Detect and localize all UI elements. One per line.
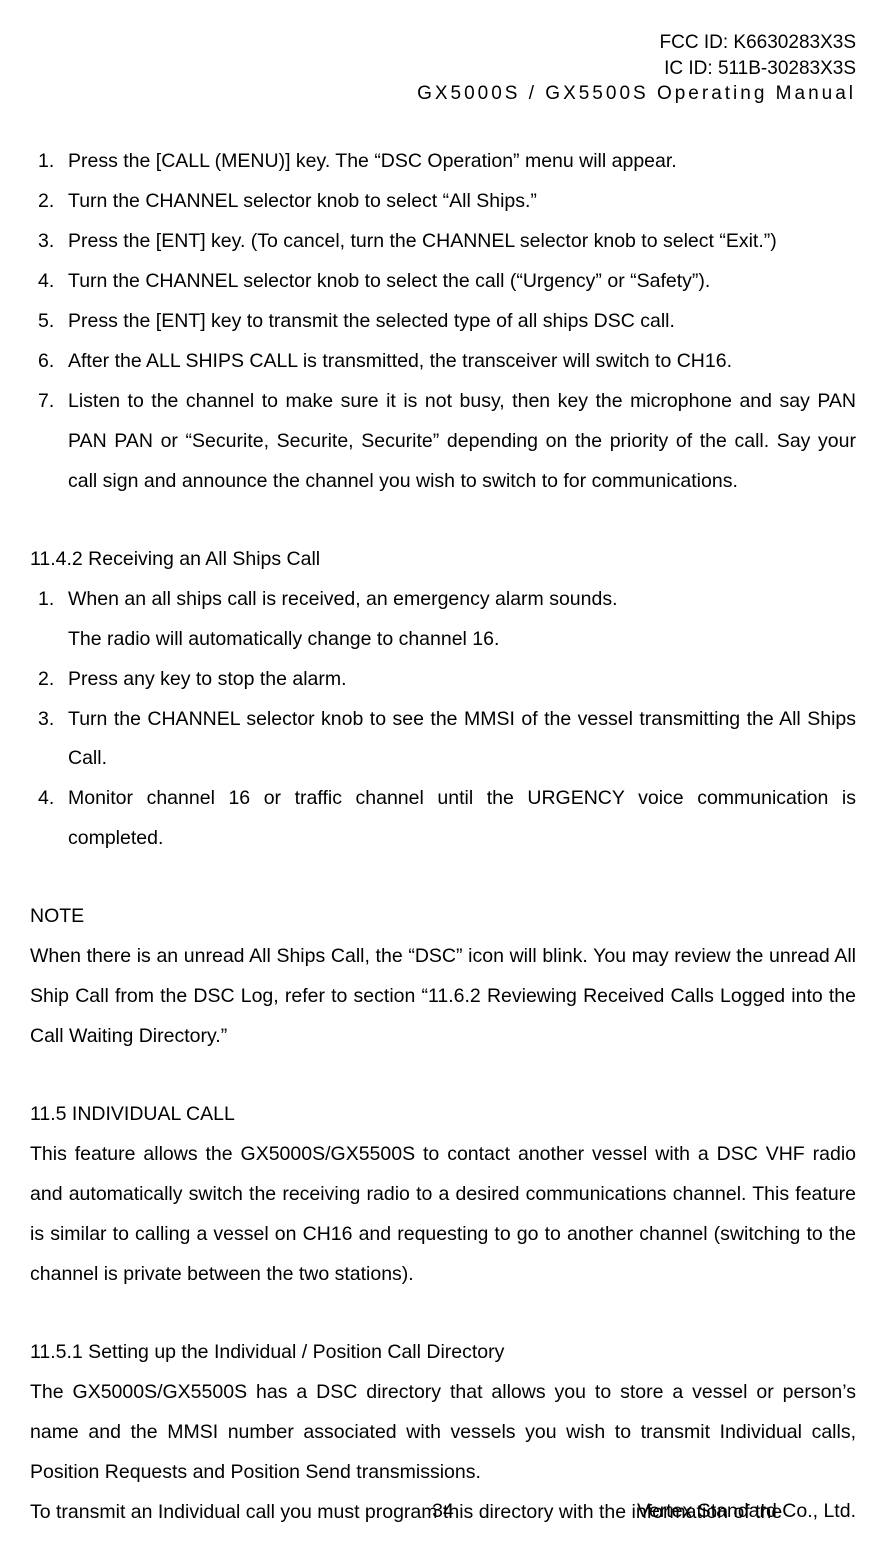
list-text: Press the [ENT] key to transmit the sele…: [68, 302, 856, 342]
list-text: Monitor channel 16 or traffic channel un…: [68, 779, 856, 859]
list-number: 3.: [38, 222, 68, 262]
list-item: 2. Turn the CHANNEL selector knob to sel…: [38, 182, 856, 222]
section-11-5-1-body-1: The GX5000S/GX5500S has a DSC directory …: [30, 1373, 856, 1493]
list-item: 6. After the ALL SHIPS CALL is transmitt…: [38, 342, 856, 382]
list-number: 4.: [38, 262, 68, 302]
list-text: Press the [ENT] key. (To cancel, turn th…: [68, 222, 856, 262]
list-number: 4.: [38, 779, 68, 859]
page-number: 34: [305, 1500, 580, 1523]
list-item: 1. When an all ships call is received, a…: [38, 580, 856, 620]
list-text: When an all ships call is received, an e…: [68, 580, 856, 620]
document-footer: 34 Vertex Standard Co., Ltd.: [30, 1500, 856, 1523]
procedure-list-b: 1. When an all ships call is received, a…: [30, 580, 856, 860]
list-number: 1.: [38, 580, 68, 620]
list-text: Listen to the channel to make sure it is…: [68, 382, 856, 502]
document-body: 1. Press the [CALL (MENU)] key. The “DSC…: [30, 142, 856, 1533]
list-number: 3.: [38, 700, 68, 780]
list-item: 4. Turn the CHANNEL selector knob to sel…: [38, 262, 856, 302]
header-product-title: GX5000S / GX5500S Operating Manual: [30, 81, 856, 107]
list-number: 2.: [38, 660, 68, 700]
section-11-5-body: This feature allows the GX5000S/GX5500S …: [30, 1135, 856, 1295]
list-number: 6.: [38, 342, 68, 382]
footer-company: Vertex Standard Co., Ltd.: [581, 1500, 856, 1523]
section-heading-11-5-1: 11.5.1 Setting up the Individual / Posit…: [30, 1333, 856, 1373]
list-number: 5.: [38, 302, 68, 342]
list-item: 5. Press the [ENT] key to transmit the s…: [38, 302, 856, 342]
list-continuation: The radio will automatically change to c…: [38, 620, 856, 660]
header-fcc-id: FCC ID: K6630283X3S: [30, 30, 856, 56]
list-number: 1.: [38, 142, 68, 182]
list-text: Press any key to stop the alarm.: [68, 660, 856, 700]
list-item: 2. Press any key to stop the alarm.: [38, 660, 856, 700]
list-text: Press the [CALL (MENU)] key. The “DSC Op…: [68, 142, 856, 182]
document-header: FCC ID: K6630283X3S IC ID: 511B-30283X3S…: [30, 30, 856, 107]
list-text: Turn the CHANNEL selector knob to select…: [68, 262, 856, 302]
list-item: 3. Turn the CHANNEL selector knob to see…: [38, 700, 856, 780]
footer-left: [30, 1500, 305, 1523]
list-number: 2.: [38, 182, 68, 222]
list-item: 1. Press the [CALL (MENU)] key. The “DSC…: [38, 142, 856, 182]
list-item: 7. Listen to the channel to make sure it…: [38, 382, 856, 502]
section-heading-11-4-2: 11.4.2 Receiving an All Ships Call: [30, 540, 856, 580]
section-heading-11-5: 11.5 INDIVIDUAL CALL: [30, 1095, 856, 1135]
procedure-list-a: 1. Press the [CALL (MENU)] key. The “DSC…: [30, 142, 856, 502]
note-heading: NOTE: [30, 897, 856, 937]
header-ic-id: IC ID: 511B-30283X3S: [30, 56, 856, 82]
list-text: After the ALL SHIPS CALL is transmitted,…: [68, 342, 856, 382]
note-body: When there is an unread All Ships Call, …: [30, 937, 856, 1057]
list-number: 7.: [38, 382, 68, 502]
list-item: 4. Monitor channel 16 or traffic channel…: [38, 779, 856, 859]
list-text: Turn the CHANNEL selector knob to see th…: [68, 700, 856, 780]
list-text: Turn the CHANNEL selector knob to select…: [68, 182, 856, 222]
list-item: 3. Press the [ENT] key. (To cancel, turn…: [38, 222, 856, 262]
